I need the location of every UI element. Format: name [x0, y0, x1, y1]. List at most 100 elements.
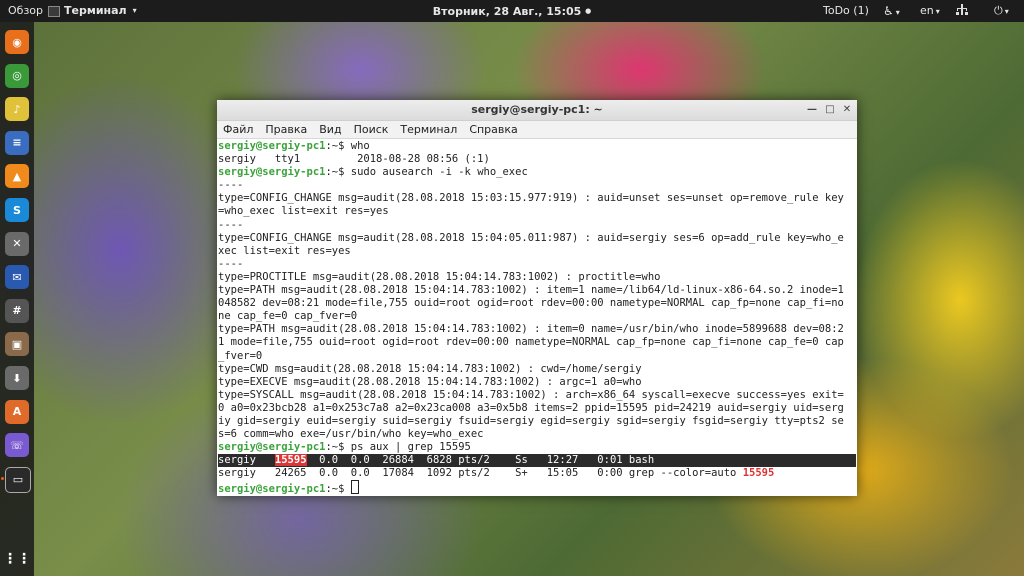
terminal-output[interactable]: sergiy@sergiy-pc1:~$ who sergiy tty1 2018… [217, 139, 857, 497]
terminal-line: type=PATH msg=audit(28.08.2018 15:04:14.… [218, 284, 856, 297]
output-text: =who_exec list=exit res=yes [218, 205, 389, 218]
terminal-line: sergiy 24265 0.0 0.0 17084 1092 pts/2 S+… [218, 467, 856, 480]
prompt-suffix: :~$ [325, 441, 351, 454]
calculator-icon[interactable]: # [5, 298, 29, 323]
command-text: who [350, 140, 370, 152]
output-text: type=PATH msg=audit(28.08.2018 15:04:14.… [218, 323, 844, 336]
close-icon[interactable]: ✕ [840, 103, 854, 117]
terminal-line: sergiy@sergiy-pc1:~$ ps aux | grep 15595 [218, 441, 856, 454]
output-text: type=PATH msg=audit(28.08.2018 15:04:14.… [218, 284, 844, 297]
output-text: type=SYSCALL msg=audit(28.08.2018 15:04:… [218, 388, 844, 401]
terminal-line: type=CONFIG_CHANGE msg=audit(28.08.2018 … [218, 232, 856, 245]
command-text: sudo ausearch -i -k who_exec [350, 166, 528, 179]
terminal-line: =who_exec list=exit res=yes [218, 205, 856, 218]
chrome-icon[interactable]: ◎ [5, 63, 29, 88]
rhythmbox-icon[interactable]: ♪ [5, 97, 29, 122]
terminal-line: type=SYSCALL msg=audit(28.08.2018 15:04:… [218, 389, 856, 402]
output-text: sergiy [218, 454, 275, 467]
output-text: type=CONFIG_CHANGE msg=audit(28.08.2018 … [218, 192, 844, 205]
terminal-line: sergiy@sergiy-pc1:~$ [218, 480, 856, 496]
terminal-line: sergiy tty1 2018-08-28 08:56 (:1) [218, 153, 856, 166]
running-indicator-icon [1, 476, 4, 480]
output-text: type=PROCTITLE msg=audit(28.08.2018 15:0… [218, 270, 661, 283]
network-icon[interactable] [956, 0, 968, 22]
command-text: ps aux | grep 15595 [350, 441, 471, 454]
clock-label: Вторник, 28 Авг., 15:05 [432, 5, 582, 18]
skype-icon[interactable]: S [5, 198, 29, 222]
prompt-suffix: :~$ [325, 140, 351, 152]
cursor [350, 480, 359, 495]
terminal-line: iy gid=sergiy euid=sergiy suid=sergiy fs… [218, 415, 856, 428]
maximize-icon[interactable]: □ [823, 103, 837, 117]
output-text: sergiy tty1 2018-08-28 08:56 (:1) [218, 153, 490, 166]
terminal-line: ---- [218, 219, 856, 232]
menu-item[interactable]: Файл [223, 123, 253, 136]
vlc-icon[interactable]: ▲ [5, 164, 29, 189]
firefox-icon[interactable]: ◉ [5, 30, 29, 54]
terminal-line: sergiy@sergiy-pc1:~$ who [218, 140, 856, 153]
prompt-user-host: sergiy@sergiy-pc1 [218, 483, 326, 496]
show-applications-icon[interactable]: ⋮⋮ [3, 547, 31, 571]
menu-item[interactable]: Поиск [354, 123, 389, 136]
terminal-line: s=6 comm=who exe=/usr/bin/who key=who_ex… [218, 428, 856, 441]
minimize-icon[interactable]: — [805, 103, 819, 117]
menu-item[interactable]: Правка [265, 123, 307, 136]
libreoffice-writer-icon[interactable]: ≡ [5, 130, 29, 155]
menu-item[interactable]: Справка [469, 123, 517, 136]
terminal-line: type=CONFIG_CHANGE msg=audit(28.08.2018 … [218, 192, 856, 205]
output-text: type=CWD msg=audit(28.08.2018 15:04:14.7… [218, 362, 642, 375]
prompt-user-host: sergiy@sergiy-pc1 [218, 166, 326, 179]
output-text: _fver=0 [218, 349, 263, 362]
output-text: ---- [218, 257, 244, 270]
terminal-line: xec list=exit res=yes [218, 245, 856, 258]
prompt-suffix: :~$ [325, 166, 351, 179]
terminal-line: 1 mode=file,755 ouid=root ogid=root rdev… [218, 336, 856, 349]
language-label: en [920, 4, 934, 17]
menu-item[interactable]: Терминал [400, 123, 457, 136]
prompt-user-host: sergiy@sergiy-pc1 [218, 441, 326, 454]
language-indicator[interactable]: en ▾ [920, 0, 940, 22]
output-text: ne cap_fe=0 cap_fver=0 [218, 310, 358, 323]
output-text: iy gid=sergiy euid=sergiy suid=sergiy fs… [218, 414, 844, 427]
terminal-line: _fver=0 [218, 350, 856, 363]
software-center-icon[interactable]: A [5, 399, 29, 424]
output-text: s=6 comm=who exe=/usr/bin/who key=who_ex… [218, 428, 484, 441]
output-text: 0 a0=0x23bcb28 a1=0x253c7a8 a2=0x23ca008… [218, 401, 844, 414]
viber-icon[interactable]: ☏ [5, 433, 29, 458]
todo-indicator[interactable]: ToDo (1) [823, 0, 869, 22]
window-titlebar[interactable]: sergiy@sergiy-pc1: ~ — □ ✕ [217, 100, 857, 121]
prompt-user-host: sergiy@sergiy-pc1 [218, 140, 326, 152]
prompt-suffix: :~$ [325, 483, 351, 496]
window-menubar: Файл Правка Вид Поиск Терминал Справка [217, 121, 857, 139]
notification-dot-icon: ● [585, 7, 592, 15]
terminal-line: ne cap_fe=0 cap_fver=0 [218, 310, 856, 323]
grep-match: 15595 [274, 454, 307, 467]
thunderbird-icon[interactable]: ✉ [5, 265, 29, 290]
output-text: 048582 dev=08:21 mode=file,755 ouid=root… [218, 297, 844, 310]
dock: ◉ ◎ ♪ ≡ ▲ S ✕ ✉ # ▣ ⬇ A ☏ ▭ ⋮⋮ [0, 22, 34, 576]
output-text: type=CONFIG_CHANGE msg=audit(28.08.2018 … [218, 231, 844, 244]
terminal-line: ---- [218, 258, 856, 271]
installer-icon[interactable]: ⬇ [5, 366, 29, 390]
terminal-window: sergiy@sergiy-pc1: ~ — □ ✕ Файл Правка Вид… [217, 100, 857, 496]
clock[interactable]: Вторник, 28 Авг., 15:05 ● [0, 0, 1024, 22]
files-icon[interactable]: ▣ [5, 332, 29, 357]
output-text: ---- [218, 218, 244, 231]
output-text: 0.0 0.0 26884 6828 pts/2 Ss 12:27 0:01 b… [306, 454, 655, 467]
output-text: sergiy 24265 0.0 0.0 17084 1092 pts/2 S+… [218, 467, 743, 480]
accessibility-icon[interactable]: ♿ ▾ [883, 0, 900, 22]
terminal-line: 048582 dev=08:21 mode=file,755 ouid=root… [218, 297, 856, 310]
terminal-line: type=PROCTITLE msg=audit(28.08.2018 15:0… [218, 271, 856, 284]
settings-icon[interactable]: ✕ [5, 231, 29, 256]
terminal-line: type=CWD msg=audit(28.08.2018 15:04:14.7… [218, 363, 856, 376]
terminal-icon[interactable]: ▭ [5, 466, 31, 493]
top-bar: Обзор Терминал ▾ Вторник, 28 Авг., 15:05… [0, 0, 1024, 22]
output-text: 1 mode=file,755 ouid=root ogid=root rdev… [218, 336, 844, 349]
power-icon[interactable]: ⏻ ▾ [994, 0, 1009, 22]
terminal-line: type=PATH msg=audit(28.08.2018 15:04:14.… [218, 323, 856, 336]
output-text: type=EXECVE msg=audit(28.08.2018 15:04:1… [218, 375, 642, 388]
grep-match: 15595 [742, 467, 775, 480]
terminal-line: sergiy@sergiy-pc1:~$ sudo ausearch -i -k… [218, 166, 856, 179]
terminal-line: type=EXECVE msg=audit(28.08.2018 15:04:1… [218, 376, 856, 389]
menu-item[interactable]: Вид [319, 123, 341, 136]
